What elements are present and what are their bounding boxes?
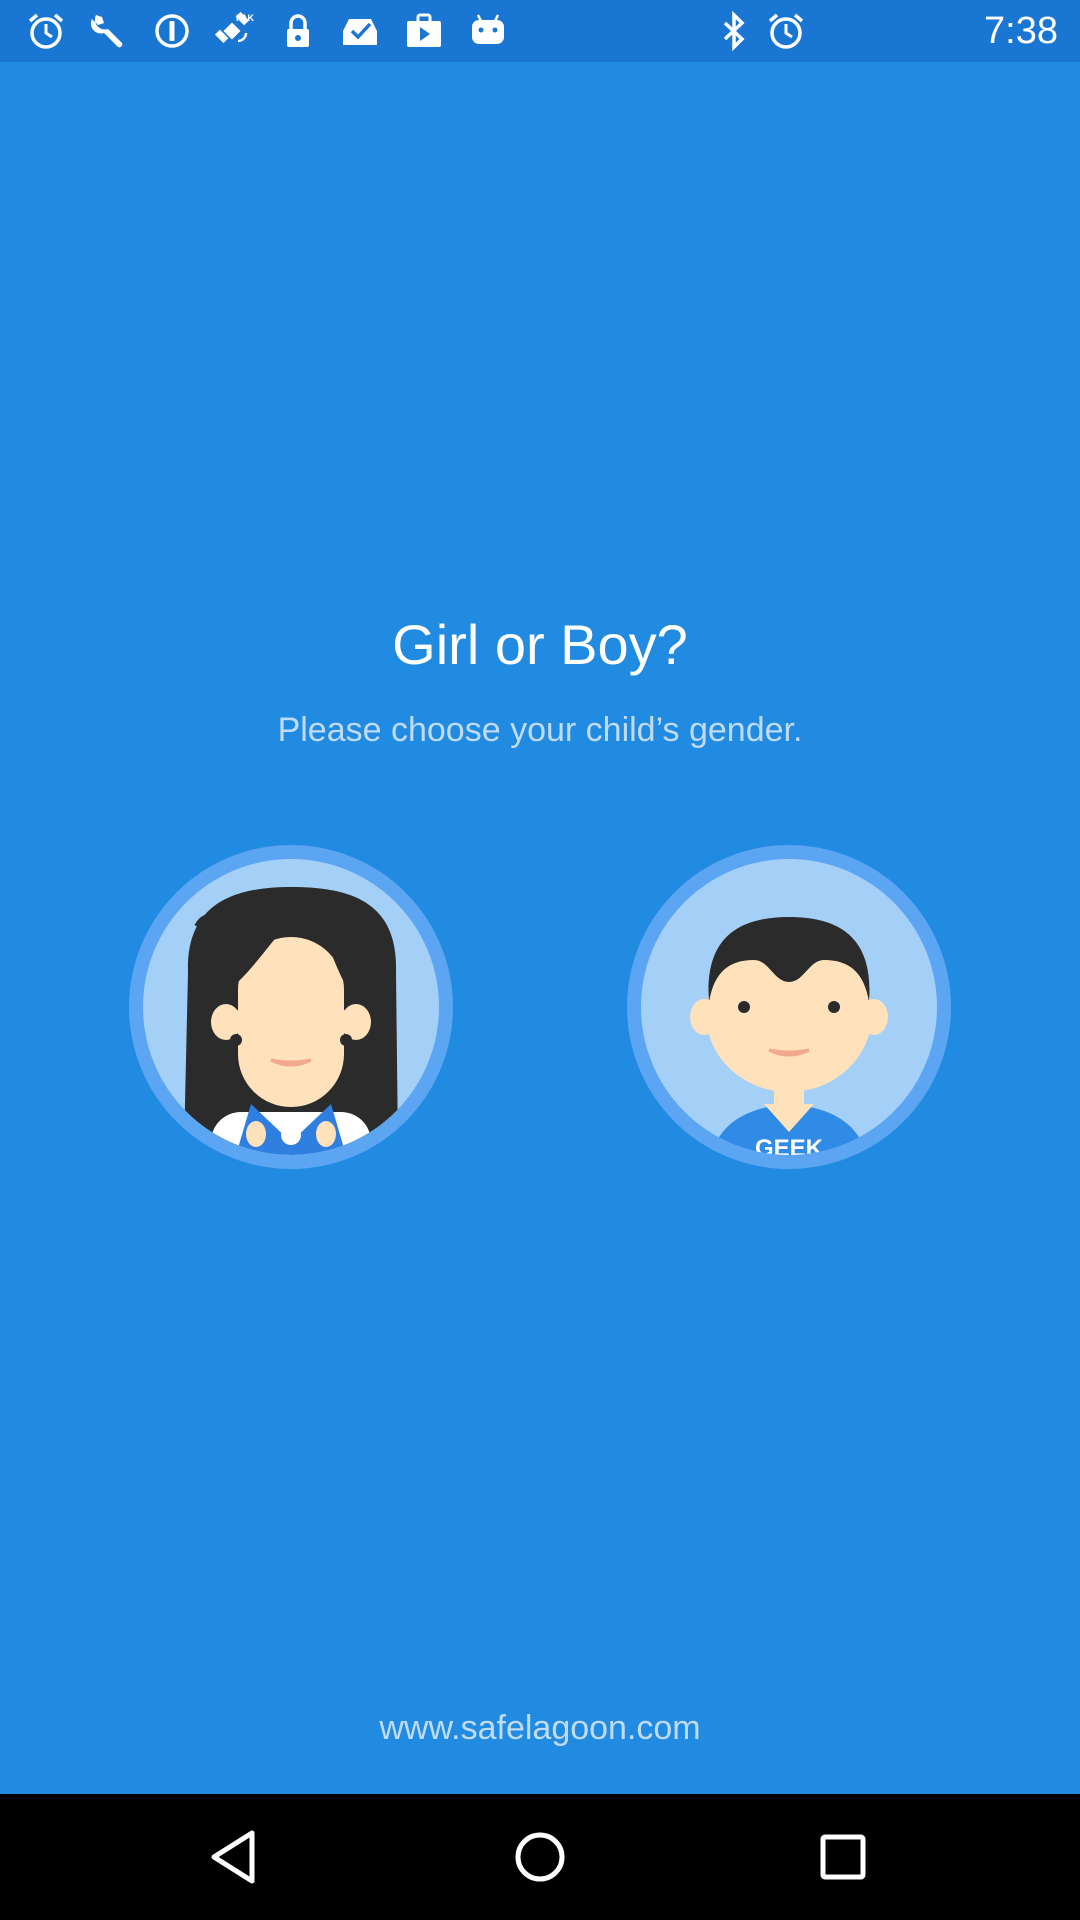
status-bar: FAKE 7:38 bbox=[0, 0, 1080, 62]
back-triangle-icon[interactable] bbox=[196, 1817, 276, 1897]
alarm-clock-icon bbox=[768, 13, 804, 49]
boy-avatar-icon: GEEK bbox=[627, 845, 951, 1169]
boy-option-button[interactable]: GEEK bbox=[624, 842, 954, 1172]
girl-avatar-icon bbox=[129, 845, 453, 1169]
fake-gps-satellite-icon: FAKE bbox=[214, 11, 254, 44]
status-time: 7:38 bbox=[984, 10, 1058, 52]
page-subtitle: Please choose your child’s gender. bbox=[277, 711, 803, 749]
lock-icon bbox=[287, 14, 309, 47]
alarm-clock-icon bbox=[28, 13, 64, 49]
wrench-icon bbox=[90, 15, 123, 48]
android-icon bbox=[472, 14, 504, 44]
inbox-check-icon bbox=[343, 19, 377, 45]
svg-text:FAKE: FAKE bbox=[236, 13, 254, 23]
navigation-bar bbox=[0, 1794, 1080, 1920]
page-title: Girl or Boy? bbox=[392, 613, 688, 676]
website-link: www.safelagoon.com bbox=[379, 1709, 701, 1747]
play-store-icon bbox=[407, 13, 441, 47]
bluetooth-icon bbox=[723, 11, 745, 51]
girl-option-button[interactable] bbox=[126, 842, 456, 1172]
recents-square-icon[interactable] bbox=[803, 1817, 883, 1897]
home-circle-icon[interactable] bbox=[500, 1817, 580, 1897]
info-icon bbox=[155, 14, 189, 48]
